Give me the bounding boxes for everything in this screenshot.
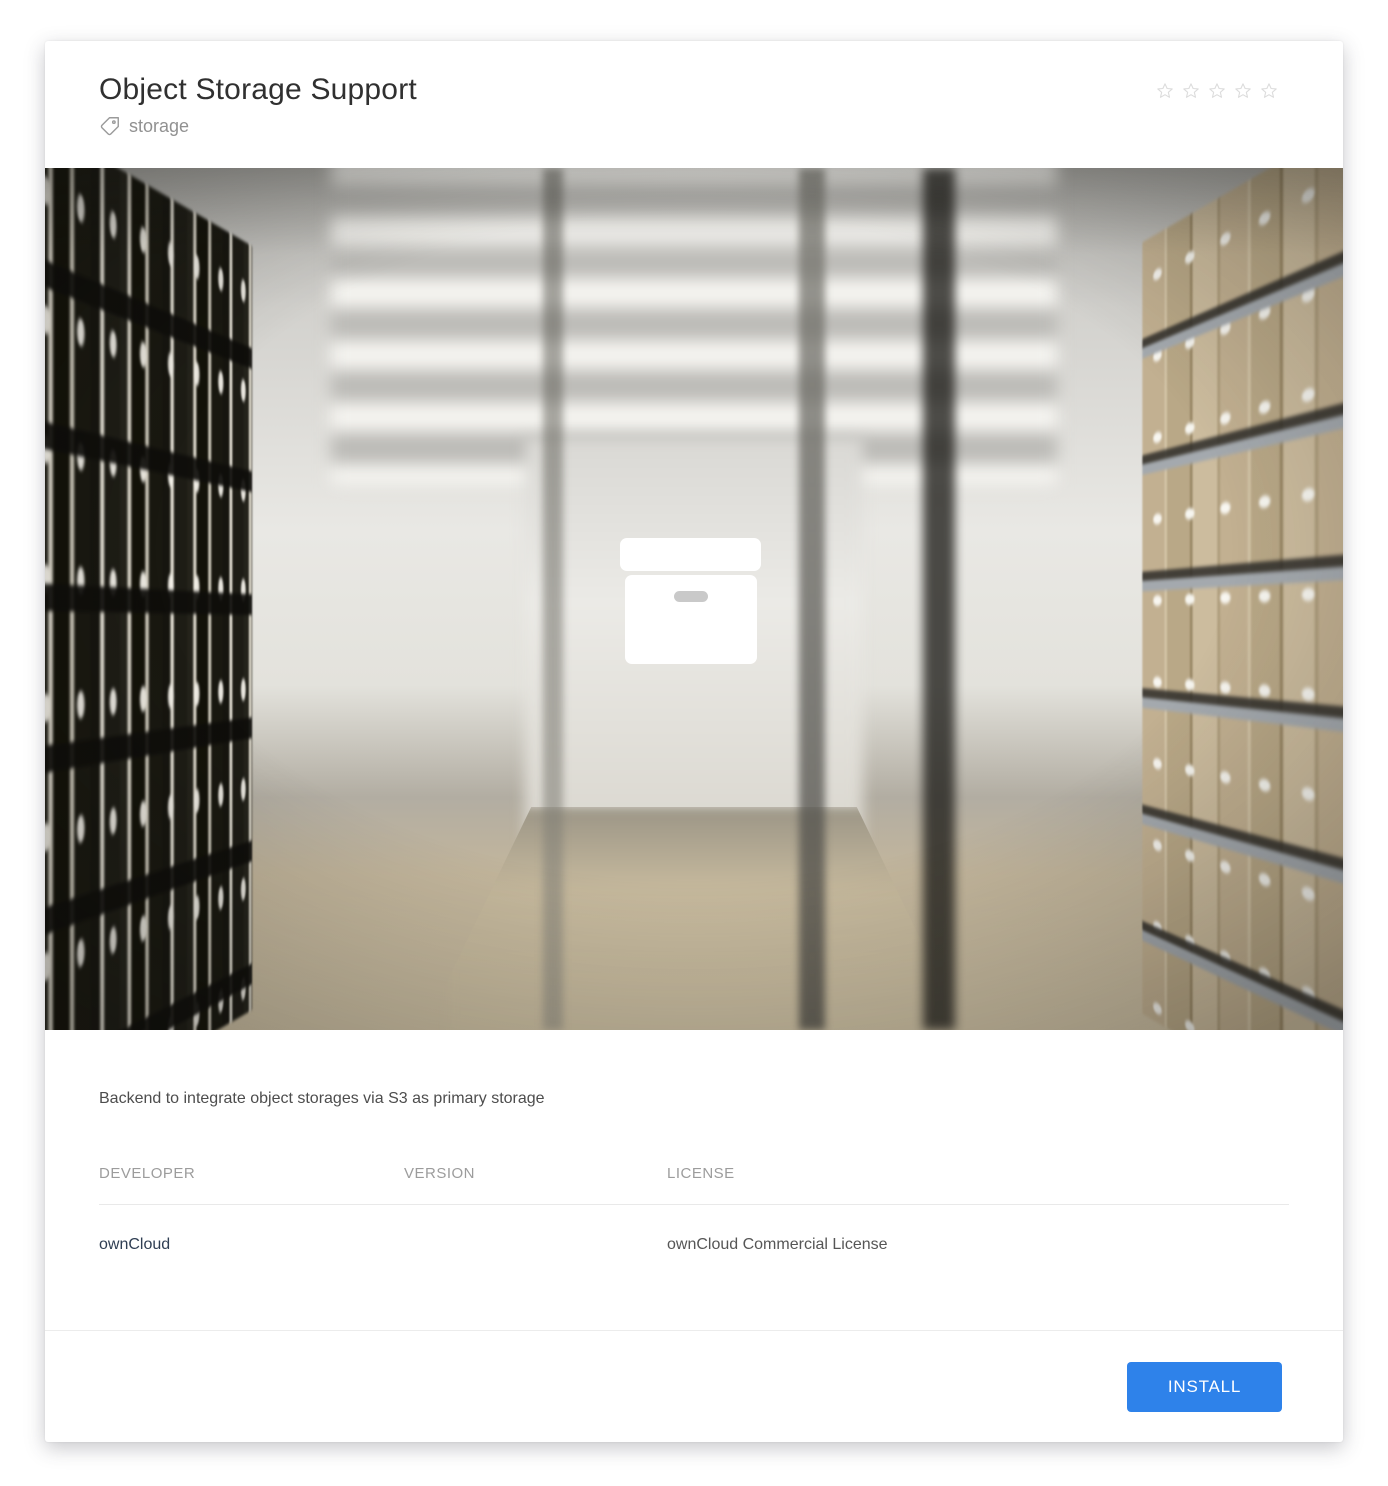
archive-box-lid [620,538,761,571]
license-value: ownCloud Commercial License [667,1205,1289,1330]
table-row: ownCloud ownCloud Commercial License [99,1205,1289,1330]
developer-value[interactable]: ownCloud [99,1205,404,1330]
category-tag[interactable]: storage [99,116,417,137]
app-description: Backend to integrate object storages via… [99,1088,1289,1110]
details-table: DEVELOPER VERSION LICENSE ownCloud ownCl… [99,1165,1289,1330]
version-value [404,1205,667,1330]
archive-box-icon [620,538,761,664]
star-icon[interactable] [1181,81,1201,101]
archive-box-body [625,575,757,664]
star-icon[interactable] [1259,81,1279,101]
tag-icon [99,116,120,137]
star-icon[interactable] [1233,81,1253,101]
star-icon[interactable] [1155,81,1175,101]
card-footer: INSTALL [45,1330,1343,1442]
column-header-version: VERSION [404,1165,667,1204]
column-header-license: LICENSE [667,1165,1289,1204]
content-section: Backend to integrate object storages via… [45,1088,1343,1330]
table-header-row: DEVELOPER VERSION LICENSE [99,1165,1289,1205]
column-header-developer: DEVELOPER [99,1165,404,1204]
header-left: Object Storage Support storage [99,73,417,137]
install-button[interactable]: INSTALL [1127,1362,1282,1412]
card-header: Object Storage Support storage [45,41,1343,168]
rating-stars [1155,81,1279,101]
category-tag-label: storage [129,116,189,137]
app-detail-card: Object Storage Support storage [45,41,1343,1442]
star-icon[interactable] [1207,81,1227,101]
hero-image [45,168,1343,1030]
page-title: Object Storage Support [99,73,417,107]
archive-box-handle [674,591,708,602]
